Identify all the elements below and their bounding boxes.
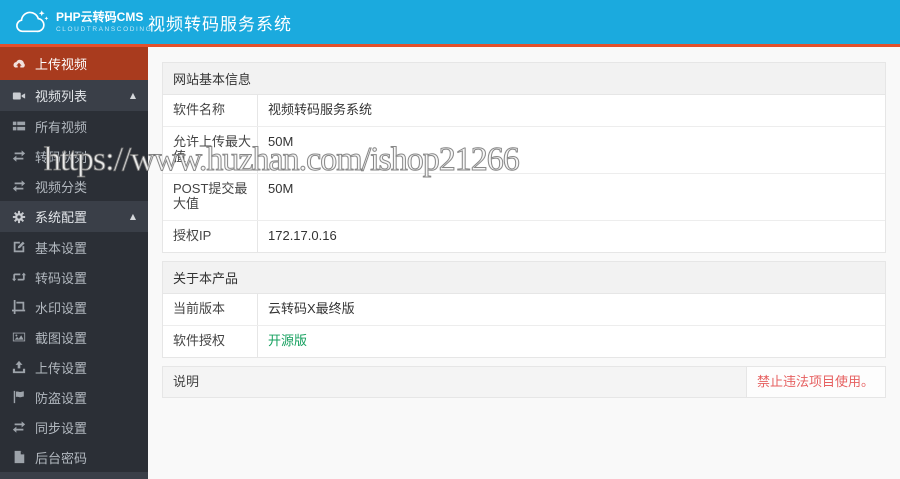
- row-value: 50M: [268, 180, 294, 196]
- table-row: 允许上传最大值 50M: [163, 125, 885, 173]
- flag-icon: [12, 390, 26, 404]
- sidebar-item-antitheft-settings[interactable]: 防盗设置: [0, 382, 148, 412]
- sidebar-item-label: 同步设置: [35, 420, 88, 436]
- page-title: 视频转码服务系统: [148, 14, 292, 34]
- row-value: 云转码X最终版: [268, 300, 355, 316]
- row-value: 开源版: [258, 326, 885, 357]
- angle-up-icon: ▲: [129, 212, 136, 221]
- exchange-icon: [12, 420, 26, 434]
- logo-subtitle: CLOUDTRANSCODING: [56, 25, 153, 33]
- retweet-icon: [12, 270, 26, 284]
- row-label: 当前版本: [163, 293, 258, 325]
- sidebar: 上传视频 视频列表 ▲ 所有视频 转码队列 视频分类 系统配置 ▲ 基本设置 转…: [0, 47, 148, 479]
- sidebar-item-system-config[interactable]: 系统配置 ▲: [0, 201, 148, 232]
- sidebar-item-transcode-queue[interactable]: 转码队列: [0, 141, 148, 171]
- row-label: 授权IP: [163, 220, 258, 252]
- sidebar-item-upload-settings[interactable]: 上传设置: [0, 352, 148, 382]
- angle-up-icon: ▲: [129, 91, 136, 100]
- image-icon: [12, 330, 26, 344]
- file-icon: [12, 450, 26, 464]
- main-content: 网站基本信息 软件名称 视频转码服务系统 允许上传最大值 50M POST提交最…: [148, 47, 900, 479]
- sidebar-item-upload-video[interactable]: 上传视频: [0, 47, 148, 80]
- sidebar-item-label: 后台密码: [35, 450, 88, 466]
- note-warning-text: 禁止违法项目使用。: [747, 366, 885, 398]
- sidebar-item-label: 基本设置: [35, 240, 88, 256]
- license-link[interactable]: 开源版: [268, 333, 307, 348]
- sidebar-item-label: 转码队列: [35, 149, 88, 165]
- row-value: 视频转码服务系统: [268, 102, 373, 117]
- sidebar-item-basic-settings[interactable]: 基本设置: [0, 232, 148, 262]
- table-row: 软件授权 开源版: [163, 324, 885, 357]
- sidebar-item-screenshot-settings[interactable]: 截图设置: [0, 322, 148, 352]
- topbar: PHP云转码CMS CLOUDTRANSCODING 视频转码服务系统: [0, 0, 900, 44]
- sidebar-item-video-category[interactable]: 视频分类: [0, 171, 148, 201]
- row-label: POST提交最大值: [163, 173, 258, 220]
- cloud-logo-icon: [12, 8, 50, 36]
- video-list-submenu: 所有视频 转码队列 视频分类: [0, 111, 148, 201]
- edit-icon: [12, 240, 26, 254]
- sidebar-item-transcode-settings[interactable]: 转码设置: [0, 262, 148, 292]
- cloud-upload-icon: [12, 57, 26, 71]
- sidebar-item-label: 系统配置: [35, 210, 88, 225]
- logo-text: PHP云转码CMS CLOUDTRANSCODING: [56, 10, 153, 33]
- sidebar-item-label: 防盗设置: [35, 390, 88, 406]
- panel-title: 关于本产品: [163, 261, 885, 294]
- row-label: 软件名称: [163, 95, 258, 126]
- app-window: PHP云转码CMS CLOUDTRANSCODING 视频转码服务系统 上传视频…: [0, 0, 900, 479]
- table-row: 授权IP 172.17.0.16: [163, 219, 885, 252]
- note-panel: 说明 禁止违法项目使用。: [162, 365, 886, 399]
- panel-title: 网站基本信息: [163, 63, 885, 95]
- video-camera-icon: [12, 89, 26, 103]
- sidebar-item-label: 视频分类: [35, 179, 88, 195]
- sidebar-item-label: 上传设置: [35, 360, 88, 376]
- table-row: POST提交最大值 50M: [163, 172, 885, 220]
- sidebar-item-sync-settings[interactable]: 同步设置: [0, 412, 148, 442]
- sidebar-item-admin-password[interactable]: 后台密码: [0, 442, 148, 472]
- table-row: 软件名称 视频转码服务系统: [163, 95, 885, 126]
- row-value: 50M: [268, 133, 294, 149]
- note-label: 说明: [163, 366, 747, 398]
- sidebar-item-label: 视频列表: [35, 89, 88, 104]
- row-value: 172.17.0.16: [268, 227, 337, 243]
- sidebar-item-label: 转码设置: [35, 270, 88, 286]
- logo: PHP云转码CMS CLOUDTRANSCODING: [0, 0, 151, 44]
- system-config-submenu: 基本设置 转码设置 水印设置 截图设置 上传设置 防盗设置 同步设置 后台密码: [0, 232, 148, 472]
- gear-icon: [12, 210, 26, 224]
- sidebar-item-watermark-settings[interactable]: 水印设置: [0, 292, 148, 322]
- logo-title: PHP云转码CMS: [56, 10, 144, 25]
- sidebar-item-video-list[interactable]: 视频列表 ▲: [0, 80, 148, 111]
- sidebar-item-label: 截图设置: [35, 330, 88, 346]
- sidebar-item-label: 水印设置: [35, 300, 88, 316]
- site-info-panel: 网站基本信息 软件名称 视频转码服务系统 允许上传最大值 50M POST提交最…: [162, 62, 886, 253]
- crop-icon: [12, 300, 26, 314]
- exchange-icon: [12, 179, 26, 193]
- table-row: 说明 禁止违法项目使用。: [163, 366, 885, 398]
- sidebar-item-label: 所有视频: [35, 119, 88, 135]
- list-icon: [12, 119, 26, 133]
- upload-icon: [12, 360, 26, 374]
- row-label: 允许上传最大值: [163, 126, 258, 173]
- row-label: 软件授权: [163, 325, 258, 357]
- about-product-panel: 关于本产品 当前版本 云转码X最终版 软件授权 开源版: [162, 260, 886, 358]
- sidebar-item-label: 上传视频: [35, 57, 88, 72]
- table-row: 当前版本 云转码X最终版: [163, 293, 885, 325]
- sidebar-item-all-videos[interactable]: 所有视频: [0, 111, 148, 141]
- exchange-icon: [12, 149, 26, 163]
